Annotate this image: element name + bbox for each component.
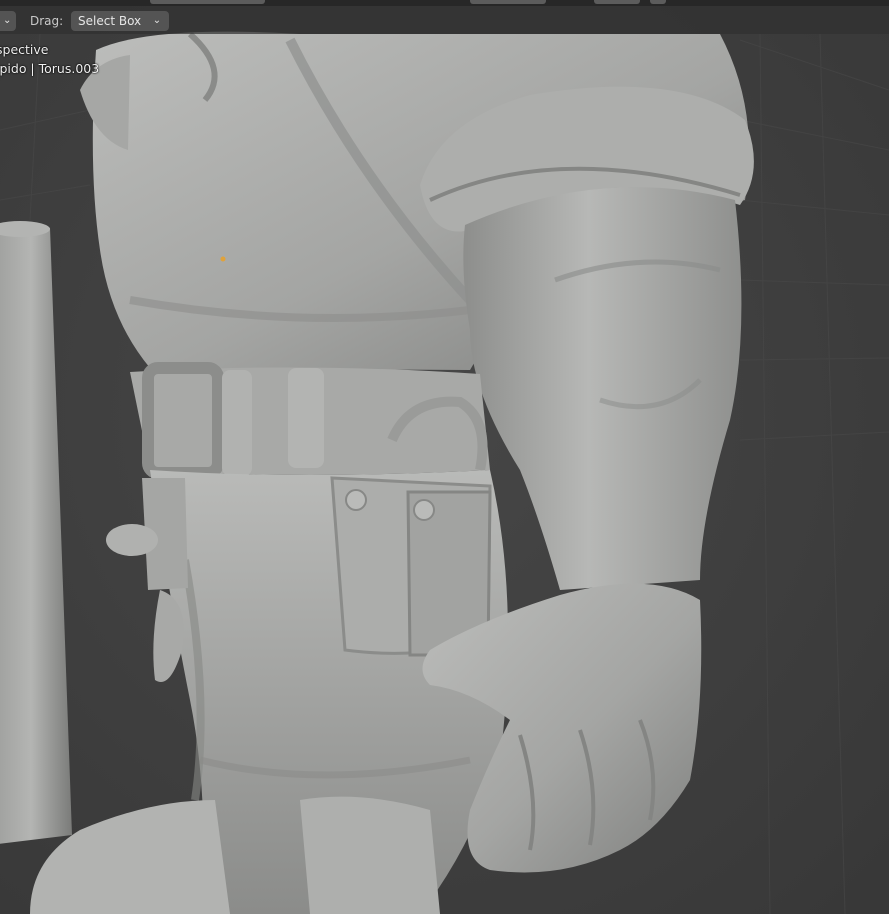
header-tool-button[interactable] <box>150 0 265 4</box>
select-box-label: Select Box <box>78 14 142 28</box>
cargo-pocket <box>330 476 492 657</box>
header-top-strip <box>0 0 889 6</box>
object-origin-dot <box>220 256 226 262</box>
viewport-scene[interactable] <box>0 0 889 914</box>
character-belt <box>130 362 490 479</box>
object-name-text: ipido | Torus.003 <box>0 61 100 76</box>
header-tool-button[interactable] <box>470 0 546 4</box>
drag-label: Drag: <box>30 14 64 28</box>
view-name-text: spective <box>0 42 49 57</box>
select-box-dropdown[interactable]: Select Box ⌄ <box>71 11 170 31</box>
chevron-down-icon: ⌄ <box>152 15 162 26</box>
3d-viewport[interactable]: ⌄ Drag: Select Box ⌄ spective ipido | To… <box>0 0 889 914</box>
header-tool-button[interactable] <box>650 0 666 4</box>
viewport-header: ⌄ Drag: Select Box ⌄ <box>0 0 889 34</box>
mode-dropdown[interactable]: ⌄ <box>0 11 16 31</box>
chevron-down-icon: ⌄ <box>3 15 12 26</box>
header-tool-button[interactable] <box>594 0 640 4</box>
